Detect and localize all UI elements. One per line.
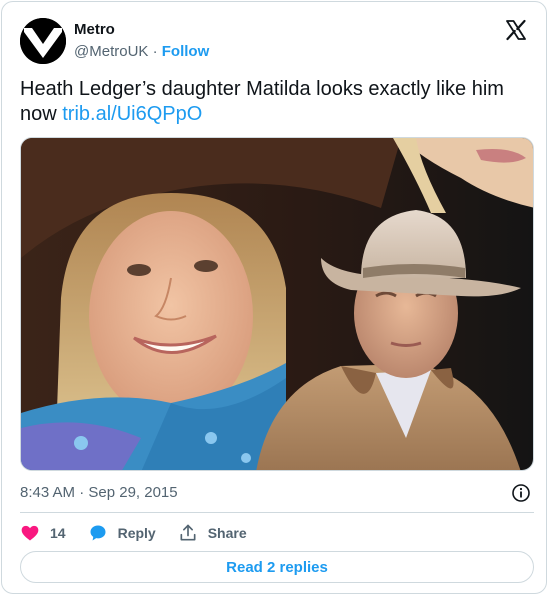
timestamp-row: 8:43 AM · Sep 29, 2015 bbox=[20, 483, 534, 503]
author-block: Metro @MetroUK · Follow bbox=[74, 20, 209, 62]
separator-dot: · bbox=[152, 43, 158, 60]
author-handle-row: @MetroUK · Follow bbox=[74, 42, 209, 62]
read-replies-button[interactable]: Read 2 replies bbox=[20, 551, 534, 583]
reply-label: Reply bbox=[117, 525, 156, 541]
x-logo-icon[interactable] bbox=[504, 18, 528, 42]
tweet-timestamp[interactable]: 8:43 AM · Sep 29, 2015 bbox=[20, 484, 178, 501]
author-name[interactable]: Metro bbox=[74, 20, 209, 40]
like-button[interactable]: 14 bbox=[20, 523, 66, 543]
tweet-text: Heath Ledger’s daughter Matilda looks ex… bbox=[20, 77, 530, 127]
reply-button[interactable]: Reply bbox=[88, 523, 156, 543]
tweet-link[interactable]: trib.al/Ui6QPpO bbox=[62, 103, 202, 125]
heart-icon bbox=[21, 525, 39, 541]
share-upload-icon bbox=[180, 524, 196, 541]
like-count: 14 bbox=[50, 525, 66, 541]
info-icon[interactable] bbox=[511, 483, 531, 503]
action-bar: 14 Reply Share bbox=[20, 520, 269, 546]
divider bbox=[20, 512, 534, 513]
author-handle[interactable]: @MetroUK bbox=[74, 43, 148, 60]
share-label: Share bbox=[207, 525, 247, 541]
follow-button[interactable]: Follow bbox=[162, 43, 210, 60]
share-button[interactable]: Share bbox=[178, 523, 247, 543]
metro-logo-icon[interactable] bbox=[20, 18, 66, 64]
reply-bubble-icon bbox=[90, 525, 106, 541]
tweet-card: Metro @MetroUK · Follow Heath Ledger’s d… bbox=[1, 1, 547, 594]
tweet-photo[interactable] bbox=[20, 137, 534, 471]
